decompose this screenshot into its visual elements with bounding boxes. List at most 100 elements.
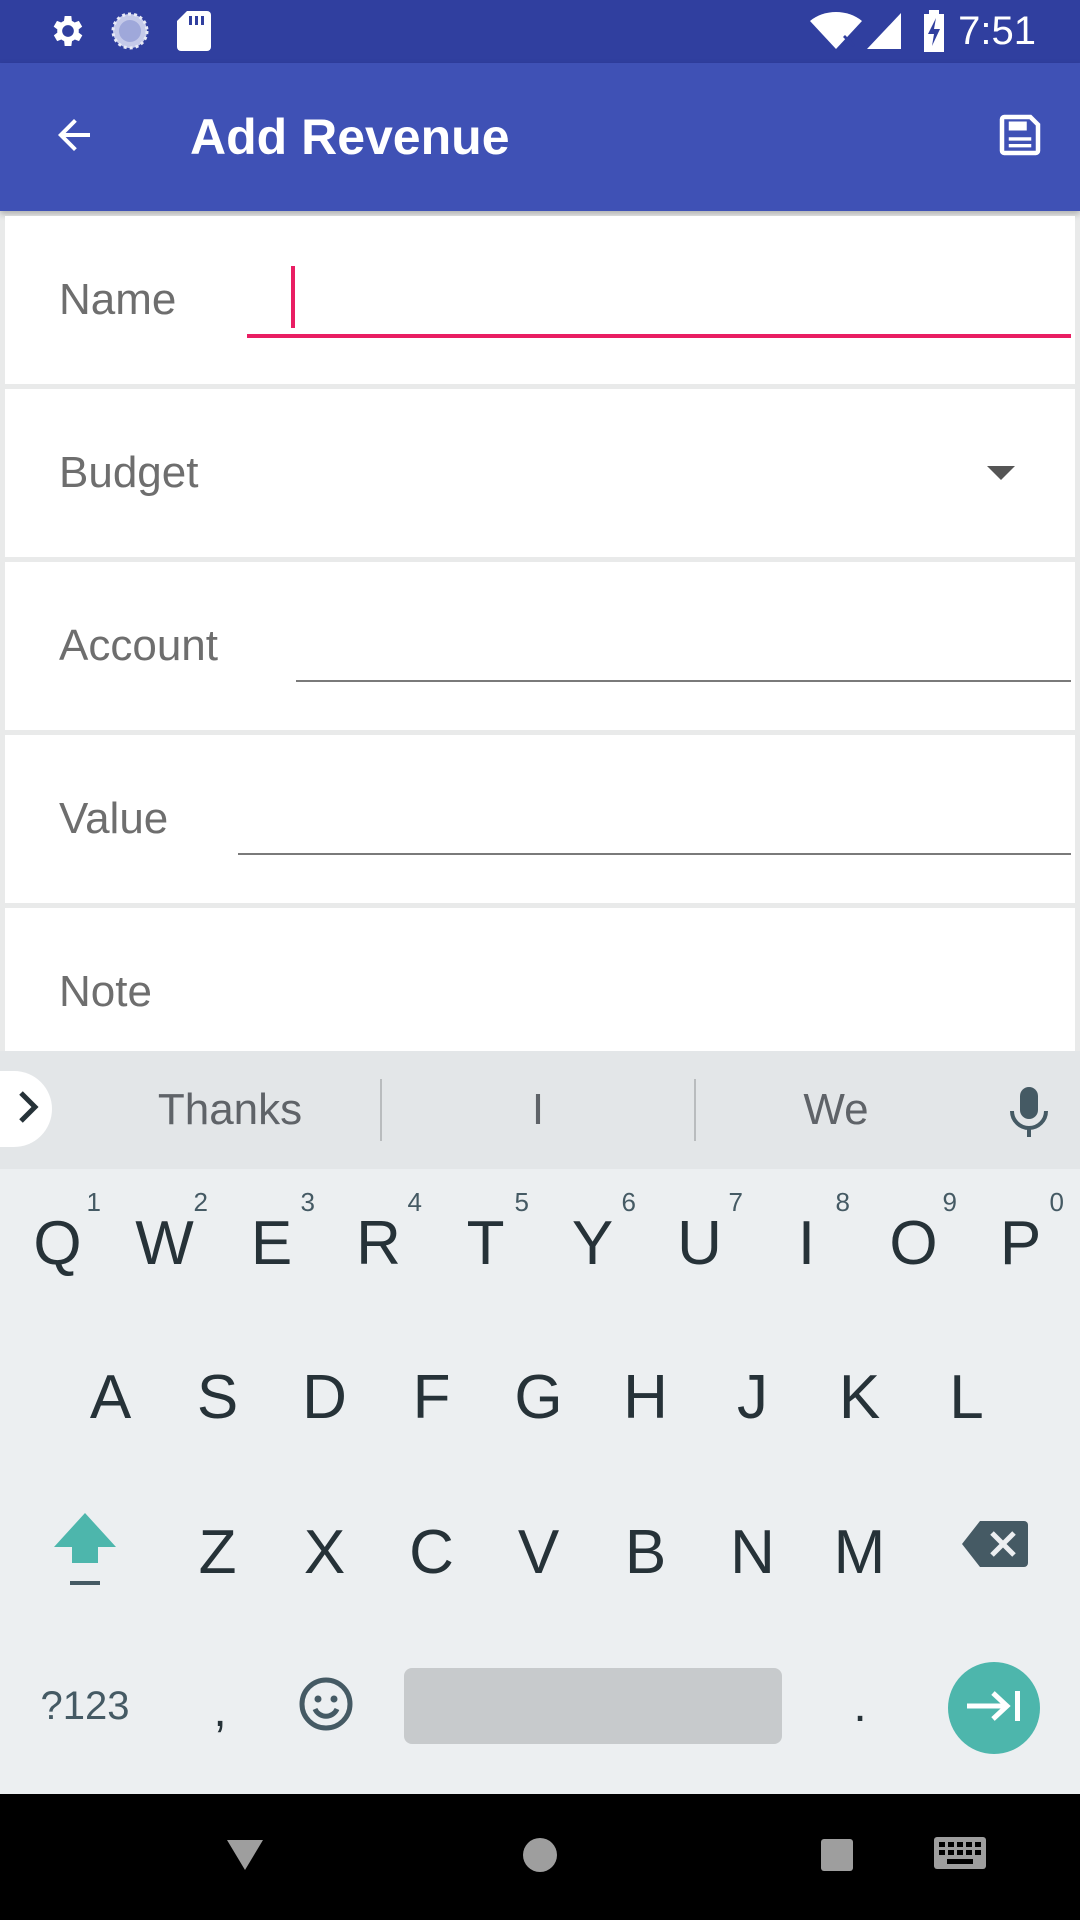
back-button[interactable] <box>40 103 108 171</box>
key-label: R <box>356 1209 401 1278</box>
microphone-icon[interactable] <box>1006 1085 1052 1139</box>
page-title: Add Revenue <box>190 109 510 165</box>
account-field[interactable] <box>296 602 1071 702</box>
value-field[interactable] <box>238 775 1071 875</box>
text-cursor <box>291 266 295 328</box>
key-label: U <box>677 1209 722 1278</box>
floppy-disk-icon <box>993 108 1047 167</box>
budget-row[interactable]: Budget <box>5 389 1075 557</box>
key-n[interactable]: N <box>699 1478 806 1628</box>
key-w[interactable]: W2 <box>111 1169 218 1319</box>
key-r[interactable]: R4 <box>325 1169 432 1319</box>
key-d[interactable]: D <box>271 1323 378 1473</box>
home-nav-button[interactable] <box>505 1824 575 1890</box>
dropdown-arrow-icon[interactable] <box>987 466 1015 480</box>
wifi-icon <box>810 10 862 52</box>
sync-icon <box>108 10 152 52</box>
key-hint: 2 <box>193 1187 208 1217</box>
key-label: I <box>797 1209 816 1278</box>
key-b[interactable]: B <box>592 1478 699 1628</box>
key-m[interactable]: M <box>806 1478 913 1628</box>
key-s[interactable]: S <box>164 1323 271 1473</box>
status-time: 7:51 <box>958 9 1036 53</box>
revenue-form: Name Budget Account Value Note <box>0 211 1080 1051</box>
key-z[interactable]: Z <box>164 1478 271 1628</box>
symbols-key[interactable]: ?123 <box>30 1668 140 1744</box>
key-hint: 4 <box>407 1187 422 1217</box>
key-o[interactable]: O9 <box>860 1169 967 1319</box>
key-c[interactable]: C <box>378 1478 485 1628</box>
key-label: E <box>250 1209 293 1278</box>
suggestion-1[interactable]: Thanks <box>80 1051 380 1169</box>
key-label: Q <box>33 1209 82 1278</box>
signal-icon <box>866 10 902 52</box>
value-underline <box>238 853 1071 855</box>
key-hint: 6 <box>621 1187 636 1217</box>
smiley-icon <box>298 1677 354 1736</box>
key-label: W <box>135 1209 194 1278</box>
comma-key[interactable]: , <box>190 1668 250 1744</box>
key-hint: 5 <box>514 1187 529 1217</box>
arrow-left-icon <box>50 111 98 164</box>
shift-key[interactable] <box>30 1509 140 1619</box>
next-field-key[interactable] <box>948 1662 1040 1754</box>
key-y[interactable]: Y6 <box>539 1169 646 1319</box>
key-label: P <box>999 1209 1042 1278</box>
arrow-tab-icon <box>965 1688 1023 1729</box>
account-underline <box>296 680 1071 682</box>
key-k[interactable]: K <box>806 1323 913 1473</box>
space-bar[interactable] <box>404 1668 782 1744</box>
key-p[interactable]: P0 <box>967 1169 1074 1319</box>
shift-arrow-icon <box>50 1513 120 1595</box>
key-label: O <box>889 1209 938 1278</box>
back-nav-button[interactable] <box>210 1824 280 1890</box>
gear-icon <box>46 10 90 52</box>
key-hint: 3 <box>300 1187 315 1217</box>
suggestion-3[interactable]: We <box>696 1051 976 1169</box>
expand-suggestions-button[interactable] <box>0 1071 52 1147</box>
battery-charging-icon <box>922 10 946 52</box>
key-i[interactable]: I8 <box>753 1169 860 1319</box>
key-q[interactable]: Q1 <box>4 1169 111 1319</box>
key-u[interactable]: U7 <box>646 1169 753 1319</box>
budget-label: Budget <box>59 448 199 497</box>
period-key[interactable]: . <box>830 1668 890 1744</box>
key-l[interactable]: L <box>913 1323 1020 1473</box>
account-label: Account <box>59 621 218 670</box>
keyboard-icon <box>933 1836 987 1879</box>
key-hint: 9 <box>942 1187 957 1217</box>
key-t[interactable]: T5 <box>432 1169 539 1319</box>
key-g[interactable]: G <box>485 1323 592 1473</box>
key-hint: 1 <box>86 1187 101 1217</box>
key-h[interactable]: H <box>592 1323 699 1473</box>
key-e[interactable]: E3 <box>218 1169 325 1319</box>
circle-icon <box>521 1836 559 1879</box>
name-underline <box>247 334 1071 338</box>
backspace-icon <box>962 1521 1028 1573</box>
name-field[interactable] <box>247 256 1071 356</box>
emoji-key[interactable] <box>296 1676 356 1736</box>
key-label: T <box>466 1209 505 1278</box>
key-label: Y <box>571 1209 614 1278</box>
chevron-right-icon <box>16 1089 42 1130</box>
square-icon <box>820 1838 854 1877</box>
name-label: Name <box>59 275 177 324</box>
suggestion-2[interactable]: I <box>382 1051 694 1169</box>
triangle-down-icon <box>225 1838 265 1877</box>
navigation-bar <box>0 1794 1080 1920</box>
key-v[interactable]: V <box>485 1478 592 1628</box>
save-button[interactable] <box>986 103 1054 171</box>
suggestion-strip: Thanks I We <box>0 1051 1080 1169</box>
note-row[interactable]: Note <box>5 908 1075 1051</box>
sd-card-icon <box>174 10 214 52</box>
value-label: Value <box>59 794 169 843</box>
key-a[interactable]: A <box>57 1323 164 1473</box>
key-x[interactable]: X <box>271 1478 378 1628</box>
keyboard-switch-button[interactable] <box>930 1824 990 1890</box>
name-row: Name <box>5 216 1075 384</box>
recents-nav-button[interactable] <box>802 1824 872 1890</box>
backspace-key[interactable] <box>955 1519 1035 1579</box>
key-j[interactable]: J <box>699 1323 806 1473</box>
status-bar: 7:51 <box>0 0 1080 63</box>
key-f[interactable]: F <box>378 1323 485 1473</box>
